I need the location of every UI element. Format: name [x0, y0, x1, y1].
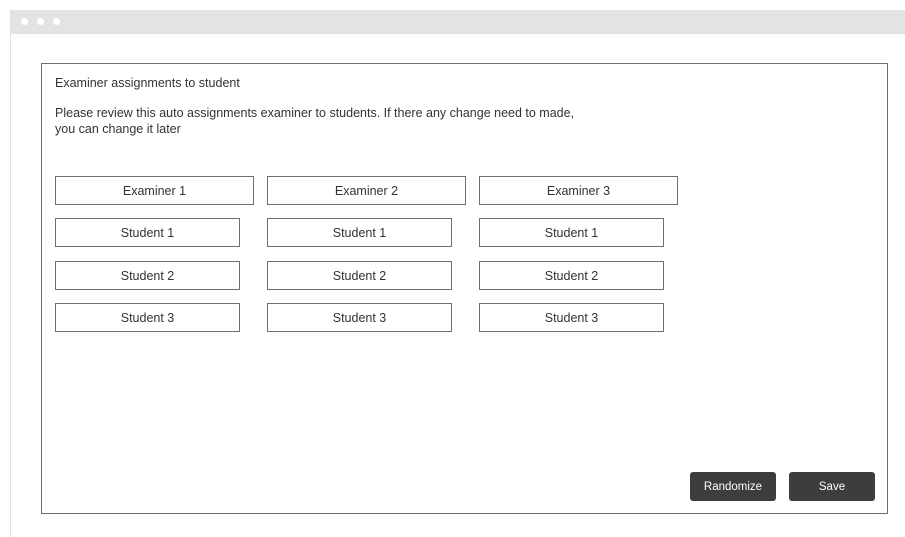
- examiner-3-header[interactable]: Examiner 3: [479, 176, 678, 205]
- examiner-2-student-3[interactable]: Student 3: [267, 303, 452, 332]
- window-maximize-dot[interactable]: [53, 18, 60, 25]
- examiner-3-student-3[interactable]: Student 3: [479, 303, 664, 332]
- save-button[interactable]: Save: [789, 472, 875, 501]
- window-close-dot[interactable]: [21, 18, 28, 25]
- examiner-3-student-1[interactable]: Student 1: [479, 218, 664, 247]
- examiner-1-header[interactable]: Examiner 1: [55, 176, 254, 205]
- window-minimize-dot[interactable]: [37, 18, 44, 25]
- panel-title: Examiner assignments to student: [55, 76, 240, 90]
- assignment-panel: Examiner assignments to student Please r…: [41, 63, 888, 514]
- examiner-2-student-2[interactable]: Student 2: [267, 261, 452, 290]
- examiner-1-student-3[interactable]: Student 3: [55, 303, 240, 332]
- app-window: Examiner assignments to student Please r…: [10, 10, 905, 537]
- randomize-button[interactable]: Randomize: [690, 472, 776, 501]
- examiner-3-student-2[interactable]: Student 2: [479, 261, 664, 290]
- examiner-2-student-1[interactable]: Student 1: [267, 218, 452, 247]
- window-titlebar: [11, 10, 905, 34]
- examiner-1-student-1[interactable]: Student 1: [55, 218, 240, 247]
- examiner-1-student-2[interactable]: Student 2: [55, 261, 240, 290]
- panel-description: Please review this auto assignments exam…: [55, 106, 575, 136]
- examiner-2-header[interactable]: Examiner 2: [267, 176, 466, 205]
